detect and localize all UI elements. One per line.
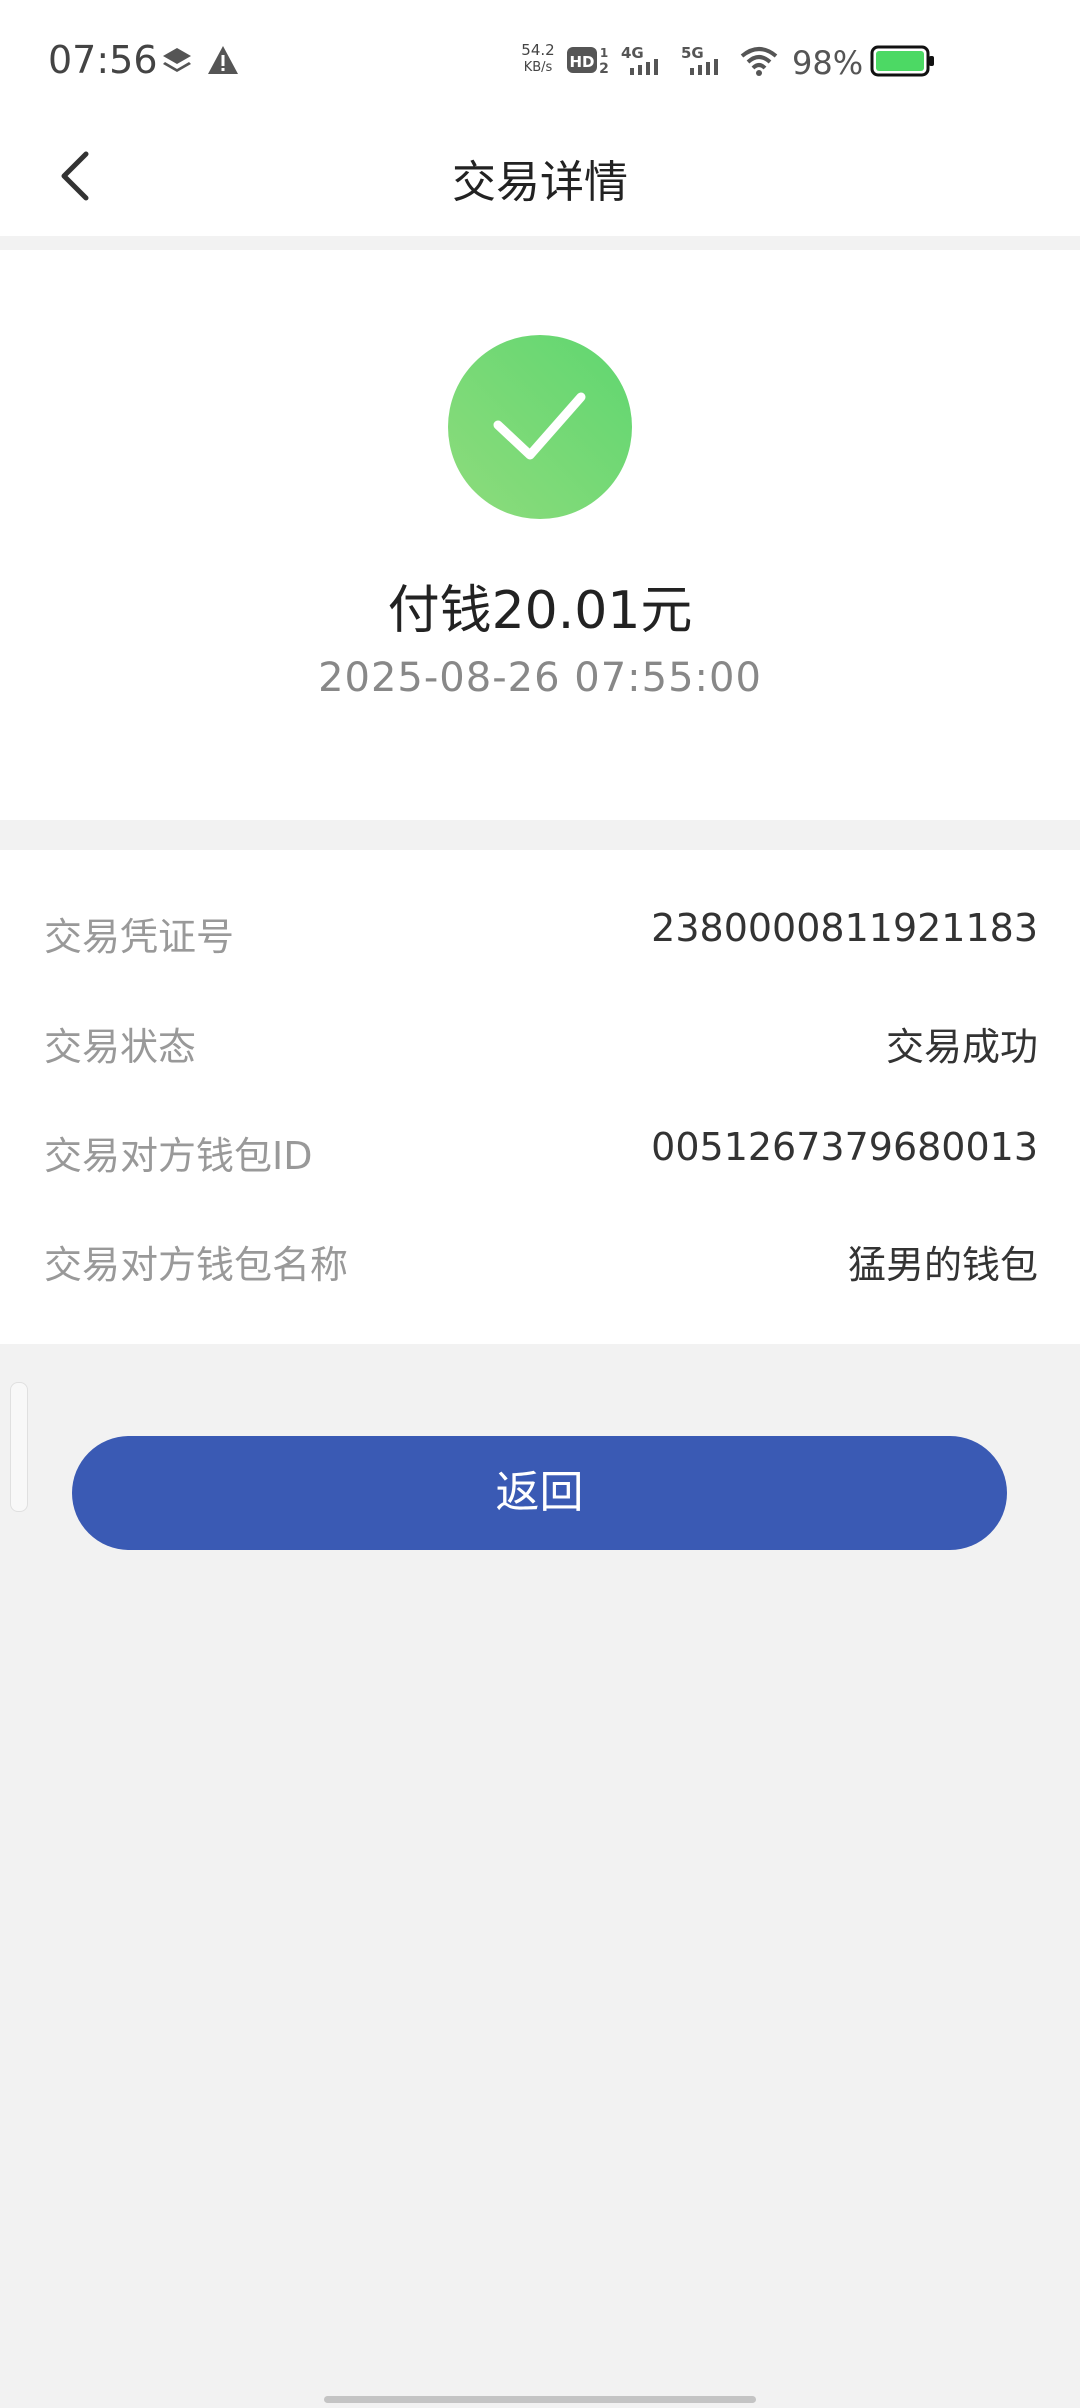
hd-index-bottom: 2 xyxy=(599,61,609,77)
transaction-datetime: 2025-08-26 07:55:00 xyxy=(318,655,762,701)
top-bar: 07:56 54.2 KB/s HD 1 2 4G 5G 98% 交易详情 xyxy=(0,0,1080,236)
hd-badge-text: HD xyxy=(569,53,594,71)
nav-header: 交易详情 xyxy=(0,124,1080,236)
signal-4g-label: 4G xyxy=(621,44,644,62)
network-speed: 54.2 KB/s xyxy=(516,42,560,76)
page-title: 交易详情 xyxy=(452,157,628,208)
home-indicator[interactable] xyxy=(324,2396,756,2403)
floating-side-handle[interactable] xyxy=(10,1382,28,1512)
result-card: 付钱20.01元 2025-08-26 07:55:00 xyxy=(0,250,1080,820)
detail-label: 交易状态 xyxy=(44,1025,197,1069)
return-button[interactable]: 返回 xyxy=(72,1436,1007,1550)
hd-icon: HD 1 2 xyxy=(567,46,609,77)
detail-row-counterparty-id: 交易对方钱包ID 0051267379680013 xyxy=(44,1125,1038,1185)
network-speed-value: 54.2 xyxy=(521,41,555,59)
signal-4g-icon: 4G xyxy=(621,44,658,75)
detail-value: 0051267379680013 xyxy=(651,1125,1038,1169)
signal-5g-icon: 5G xyxy=(681,44,718,75)
hd-index-top: 1 xyxy=(600,46,608,60)
layers-icon xyxy=(163,48,191,72)
transaction-detail-screen: 07:56 54.2 KB/s HD 1 2 4G 5G 98% 交易详情 付钱… xyxy=(0,0,1080,2408)
detail-label: 交易凭证号 xyxy=(44,915,235,959)
detail-row-counterparty-name: 交易对方钱包名称 猛男的钱包 xyxy=(44,1234,1038,1294)
check-circle-icon xyxy=(448,335,632,519)
details-card: 交易凭证号 2380000811921183 交易状态 交易成功 交易对方钱包I… xyxy=(0,850,1080,1344)
warning-icon xyxy=(208,46,238,74)
detail-label: 交易对方钱包ID xyxy=(44,1134,313,1178)
detail-label: 交易对方钱包名称 xyxy=(44,1243,349,1287)
wifi-icon xyxy=(740,47,778,76)
status-time: 07:56 xyxy=(48,38,158,82)
detail-value: 猛男的钱包 xyxy=(847,1243,1038,1287)
detail-row-voucher: 交易凭证号 2380000811921183 xyxy=(44,906,1038,966)
detail-row-status: 交易状态 交易成功 xyxy=(44,1016,1038,1076)
signal-5g-label: 5G xyxy=(681,44,704,62)
battery-percent: 98% xyxy=(792,44,864,82)
network-speed-unit: KB/s xyxy=(523,60,553,75)
battery-icon xyxy=(870,45,934,77)
detail-value: 2380000811921183 xyxy=(651,906,1038,950)
payment-amount: 付钱20.01元 xyxy=(387,581,693,641)
detail-value: 交易成功 xyxy=(885,1025,1038,1069)
status-bar: 07:56 54.2 KB/s HD 1 2 4G 5G 98% xyxy=(0,0,1080,124)
